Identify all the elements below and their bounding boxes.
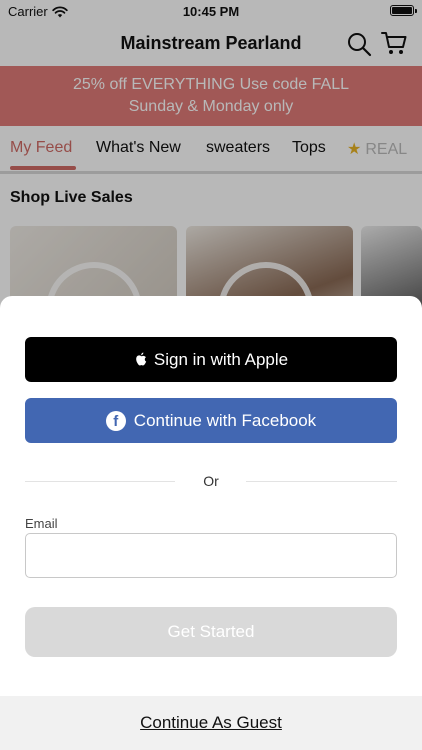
email-field[interactable] <box>25 533 397 578</box>
apple-icon <box>136 352 147 366</box>
get-started-button[interactable]: Get Started <box>25 607 397 657</box>
continue-with-facebook-button[interactable]: f Continue with Facebook <box>25 398 397 443</box>
apple-button-label: Sign in with Apple <box>153 349 289 369</box>
facebook-icon: f <box>105 410 126 431</box>
continue-as-guest-link[interactable]: Continue As Guest <box>140 713 282 733</box>
guest-bar: Continue As Guest <box>0 696 422 750</box>
sign-in-with-apple-button[interactable]: Sign in with Apple <box>25 337 397 382</box>
email-label: Email <box>25 516 58 531</box>
facebook-button-label: Continue with Facebook <box>133 410 317 430</box>
get-started-label: Get Started <box>167 622 255 641</box>
sign-in-sheet: Sign in with Apple f Continue with Faceb… <box>0 296 422 750</box>
divider-line <box>246 481 397 482</box>
